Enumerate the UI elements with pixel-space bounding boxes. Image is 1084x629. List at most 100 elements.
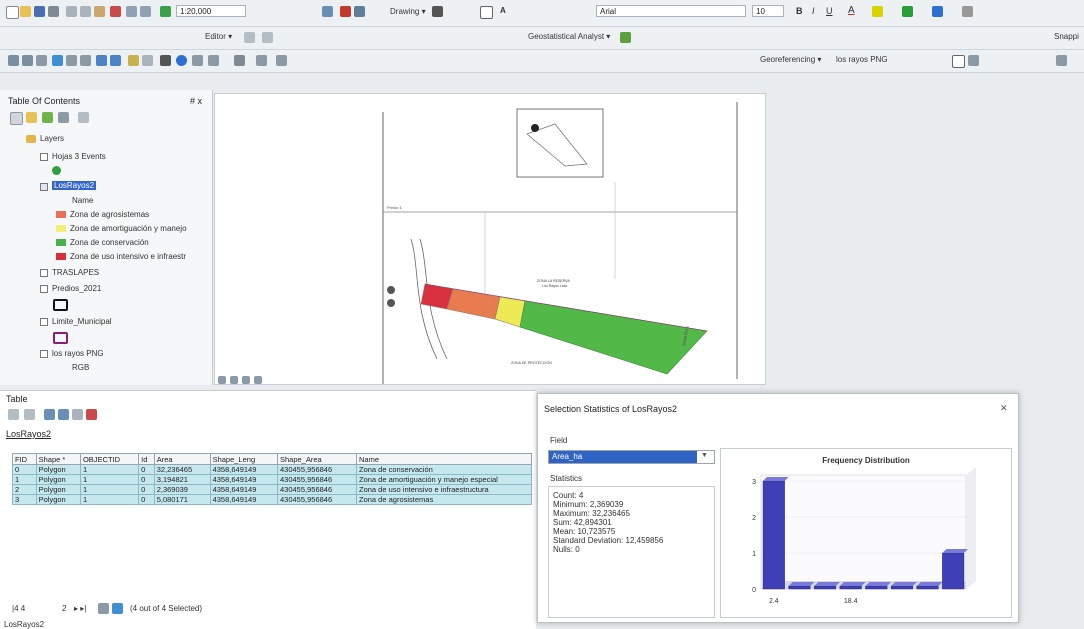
switch-selection-icon[interactable] (58, 409, 69, 420)
layer-traslapes[interactable]: TRASLAPES (52, 268, 99, 277)
font-color-button[interactable]: A (848, 5, 855, 16)
redo-icon[interactable] (140, 6, 151, 17)
save-icon[interactable] (34, 6, 45, 17)
pause-drawing-icon[interactable] (254, 376, 262, 384)
fixed-zoom-out-icon[interactable] (80, 55, 91, 66)
layers-group[interactable]: Layers (40, 134, 64, 143)
line-color-icon[interactable] (902, 6, 913, 17)
gps-icon[interactable] (234, 55, 245, 66)
shift-icon[interactable] (968, 55, 979, 66)
cut-icon[interactable] (66, 6, 77, 17)
view-link-table-icon[interactable] (1056, 55, 1067, 66)
record-nav-last[interactable]: ▸ ▸| (74, 604, 86, 613)
select-elements-arrow-icon[interactable] (160, 55, 171, 66)
editor-toolbar-icon[interactable] (322, 6, 333, 17)
identify-icon[interactable] (176, 55, 187, 66)
select-features-icon[interactable] (128, 55, 139, 66)
layer-checkbox-hojas[interactable] (40, 153, 48, 161)
print-icon[interactable] (48, 6, 59, 17)
column-header[interactable]: Id (138, 453, 155, 465)
georeferencing-layer-dropdown[interactable]: los rayos PNG (836, 55, 888, 64)
table-layer-tab[interactable]: LosRayos2 (6, 429, 51, 439)
copy-icon[interactable] (80, 6, 91, 17)
undo-icon[interactable] (126, 6, 137, 17)
delete-selected-icon[interactable] (86, 409, 97, 420)
options-icon[interactable] (78, 112, 89, 123)
text-tool[interactable]: A (500, 6, 506, 15)
add-data-icon[interactable] (160, 6, 171, 17)
record-nav-first[interactable]: |4 4 (12, 604, 25, 613)
new-document-icon[interactable] (6, 6, 19, 19)
list-by-selection-icon[interactable] (58, 112, 69, 123)
column-header[interactable]: Shape * (35, 453, 81, 465)
record-number[interactable]: 2 (62, 604, 66, 613)
bold-button[interactable]: B (796, 6, 803, 16)
marker-color-icon[interactable] (932, 6, 943, 17)
layout-view-icon[interactable] (230, 376, 238, 384)
column-header[interactable]: Shape_Area (277, 453, 357, 465)
layer-losrayos2[interactable]: LosRayos2 (52, 181, 97, 190)
field-dropdown[interactable]: Area_ha ▼ (548, 450, 715, 464)
zoom-in-icon[interactable] (8, 55, 19, 66)
show-selected-records-icon[interactable] (112, 603, 123, 614)
list-by-visibility-icon[interactable] (42, 112, 53, 123)
snapping-menu[interactable]: Snappi (1054, 32, 1079, 41)
attribute-table[interactable]: FID Shape * OBJECTID Id Area Shape_Leng … (12, 453, 532, 505)
forward-extent-icon[interactable] (110, 55, 121, 66)
arctoolbox-icon[interactable] (340, 6, 351, 17)
map-view[interactable]: Predio 1 ZONA LA RESERVA Los Rayos Ltda … (214, 93, 766, 385)
layer-predios-2021[interactable]: Predios_2021 (52, 284, 101, 293)
find-icon[interactable] (192, 55, 203, 66)
table-options-icon[interactable] (8, 409, 19, 420)
drawing-menu[interactable]: Drawing ▾ (390, 7, 426, 16)
zoom-out-icon[interactable] (22, 55, 33, 66)
rectangle-icon[interactable] (480, 6, 493, 19)
geostatistical-analyst-menu[interactable]: Geostatistical Analyst ▾ (528, 32, 610, 41)
layer-limite-municipal[interactable]: Limite_Municipal (52, 317, 112, 326)
table-row[interactable]: 3 Polygon 1 0 5,080171 4358,649149 43045… (12, 494, 532, 505)
column-header[interactable]: OBJECTID (79, 453, 140, 465)
pan-icon[interactable] (36, 55, 47, 66)
layout-icon[interactable] (276, 55, 287, 66)
edit-tool-icon[interactable] (244, 32, 255, 43)
chevron-down-icon[interactable]: ▼ (701, 452, 708, 459)
map-canvas[interactable]: Predio 1 ZONA LA RESERVA Los Rayos Ltda … (215, 94, 765, 384)
shadow-icon[interactable] (962, 6, 973, 17)
layer-hojas-events[interactable]: Hojas 3 Events (52, 152, 106, 161)
clear-selection-table-icon[interactable] (72, 409, 83, 420)
list-by-source-icon[interactable] (26, 112, 37, 123)
underline-button[interactable]: U (826, 6, 833, 16)
table-row[interactable]: 2 Polygon 1 0 2,369039 4358,649149 43045… (12, 484, 532, 495)
fixed-zoom-in-icon[interactable] (66, 55, 77, 66)
table-row[interactable]: 0 Polygon 1 0 32,236465 4358,649149 4304… (12, 464, 532, 475)
column-header[interactable]: FID (12, 453, 37, 465)
italic-button[interactable]: I (812, 6, 815, 16)
font-name-dropdown[interactable]: Arial (596, 5, 746, 17)
column-header[interactable]: Name (356, 453, 532, 465)
delete-icon[interactable] (110, 6, 121, 17)
font-size-dropdown[interactable]: 10 (752, 5, 784, 17)
clear-selection-icon[interactable] (142, 55, 153, 66)
sketch-tool-icon[interactable] (262, 32, 273, 43)
column-header[interactable]: Area (153, 453, 211, 465)
paste-icon[interactable] (94, 6, 105, 17)
related-tables-icon[interactable] (24, 409, 35, 420)
back-extent-icon[interactable] (96, 55, 107, 66)
time-slider-icon[interactable] (256, 55, 267, 66)
fill-color-icon[interactable] (872, 6, 883, 17)
open-icon[interactable] (20, 6, 31, 17)
full-extent-icon[interactable] (52, 55, 63, 66)
rotate-icon[interactable] (952, 55, 965, 68)
show-all-records-icon[interactable] (98, 603, 109, 614)
select-elements-icon[interactable] (432, 6, 443, 17)
dialog-close-button[interactable]: ✕ (1000, 403, 1008, 414)
toc-pin-close[interactable]: # x (190, 96, 202, 106)
column-header[interactable]: Shape_Leng (209, 453, 279, 465)
layer-checkbox-traslapes[interactable] (40, 269, 48, 277)
editor-menu[interactable]: Editor ▾ (205, 32, 232, 41)
refresh-icon[interactable] (242, 376, 250, 384)
georeferencing-menu[interactable]: Georeferencing ▾ (760, 55, 821, 64)
table-row[interactable]: 1 Polygon 1 0 3,194821 4358,649149 43045… (12, 474, 532, 485)
python-icon[interactable] (354, 6, 365, 17)
layer-los-rayos-png[interactable]: los rayos PNG (52, 349, 104, 358)
